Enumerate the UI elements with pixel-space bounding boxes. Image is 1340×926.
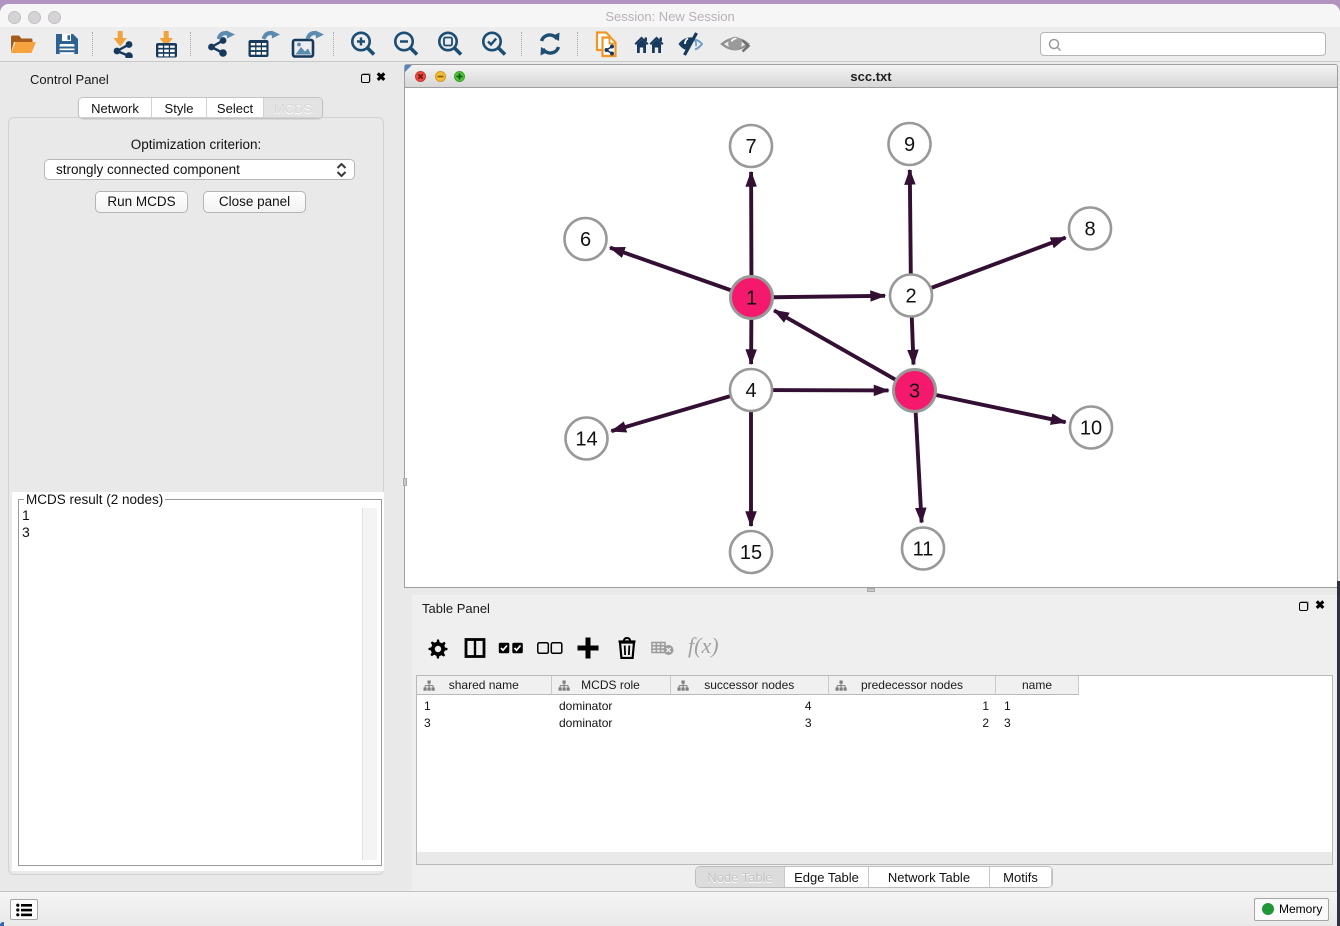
svg-text:15: 15 (740, 542, 762, 564)
svg-text:14: 14 (575, 429, 597, 451)
svg-text:6: 6 (580, 229, 591, 251)
svg-text:9: 9 (904, 134, 915, 156)
svg-text:2: 2 (905, 286, 916, 308)
svg-text:10: 10 (1080, 418, 1102, 440)
svg-text:3: 3 (909, 381, 920, 403)
svg-text:1: 1 (746, 288, 757, 310)
svg-text:4: 4 (745, 380, 756, 402)
svg-text:7: 7 (745, 136, 756, 158)
svg-text:8: 8 (1084, 219, 1095, 241)
svg-text:11: 11 (913, 539, 934, 561)
